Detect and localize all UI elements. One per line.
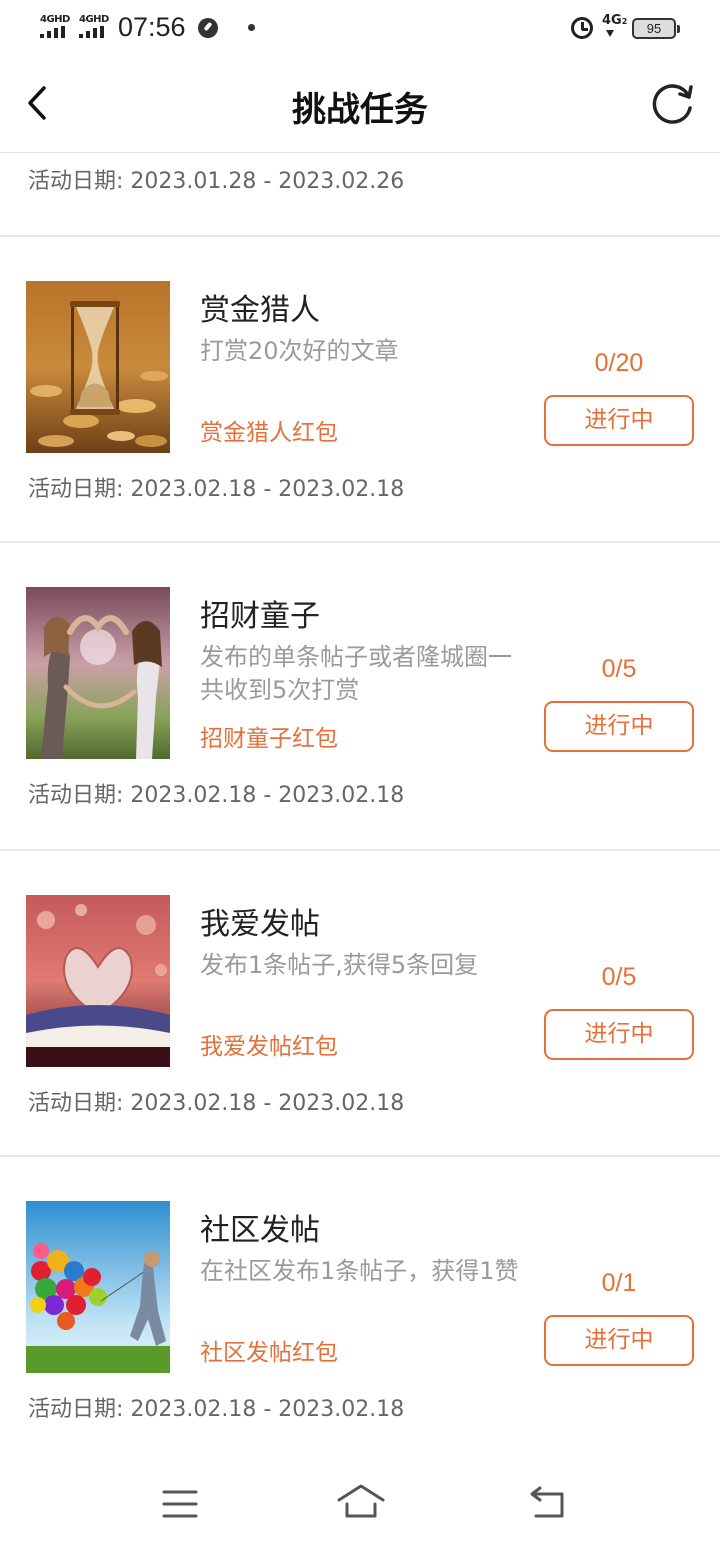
task-card: 赏金猎人 打赏20次好的文章 赏金猎人红包 0/20 进行中 活动日期: 202… [0,237,720,543]
task-card: 社区发帖 在社区发布1条帖子，获得1赞 社区发帖红包 0/1 进行中 活动日期:… [0,1157,720,1463]
in-progress-button[interactable]: 进行中 [544,1009,694,1060]
battery-indicator: 95 [632,18,680,39]
task-image-balloons [26,1201,170,1373]
task-progress: 0/1 [601,1269,637,1297]
compass-icon [198,18,218,38]
task-card: 我爱发帖 发布1条帖子,获得5条回复 我爱发帖红包 0/5 进行中 活动日期: … [0,851,720,1157]
task-title: 招财童子 [200,599,320,634]
network-sub-label: 2 [621,17,628,26]
date-label: 活动日期: [28,169,124,194]
date-label: 活动日期: [28,477,124,502]
date-label: 活动日期: [28,783,124,808]
first-card-date-row: 活动日期: 2023.01.28 - 2023.02.26 [28,163,404,195]
task-date-row: 活动日期: 2023.02.18 - 2023.02.18 [28,1391,404,1423]
alarm-icon [571,17,593,39]
network-indicator: 4G2 [602,13,628,37]
task-image-hourglass [26,281,170,453]
task-date-row: 活动日期: 2023.02.18 - 2023.02.18 [28,1085,404,1117]
task-reward: 我爱发帖红包 [200,1034,338,1060]
task-progress: 0/5 [601,963,637,991]
task-progress: 0/5 [601,655,637,683]
date-range: 2023.02.18 - 2023.02.18 [130,783,405,808]
back-icon[interactable] [528,1484,570,1524]
task-reward: 社区发帖红包 [200,1340,338,1366]
home-icon[interactable] [336,1480,386,1524]
in-progress-button[interactable]: 进行中 [544,1315,694,1366]
task-reward: 赏金猎人红包 [200,420,338,446]
task-description: 打赏20次好的文章 [200,337,399,365]
task-image-book-heart [26,895,170,1067]
date-range: 2023.02.18 - 2023.02.18 [130,1397,405,1422]
menu-icon[interactable] [160,1484,200,1524]
task-card: 招财童子 发布的单条帖子或者隆城圈一共收到5次打赏 招财童子红包 0/5 进行中… [0,543,720,849]
refresh-icon[interactable] [648,80,696,128]
task-title: 赏金猎人 [200,293,320,328]
page-title: 挑战任务 [292,90,428,130]
notification-dot-icon [248,24,255,31]
status-time: 07:56 [118,12,186,42]
date-label: 活动日期: [28,1091,124,1116]
app-header: 挑战任务 [0,56,720,153]
status-bar: 4GHD 4GHD 07:56 4G2 95 [0,0,720,56]
task-description: 发布1条帖子,获得5条回复 [200,951,479,979]
date-label: 活动日期: [28,1397,124,1422]
date-range: 2023.02.18 - 2023.02.18 [130,1091,405,1116]
task-title: 社区发帖 [200,1213,320,1248]
task-image-girls [26,587,170,759]
task-date-row: 活动日期: 2023.02.18 - 2023.02.18 [28,471,404,503]
network-label: 4G [602,13,622,28]
date-range: 2023.02.18 - 2023.02.18 [130,477,405,502]
signal-label-2: 4GHD [79,14,109,25]
task-progress: 0/20 [594,349,644,377]
task-description: 发布的单条帖子或者隆城圈一共收到5次打赏 [200,643,512,704]
in-progress-button[interactable]: 进行中 [544,395,694,446]
in-progress-button[interactable]: 进行中 [544,701,694,752]
task-title: 我爱发帖 [200,907,320,942]
system-navigation-bar [0,1460,720,1544]
signal-label-1: 4GHD [40,14,70,25]
date-range: 2023.01.28 - 2023.02.26 [130,169,405,194]
task-reward: 招财童子红包 [200,726,338,752]
task-date-row: 活动日期: 2023.02.18 - 2023.02.18 [28,777,404,809]
task-description: 在社区发布1条帖子，获得1赞 [200,1257,519,1285]
